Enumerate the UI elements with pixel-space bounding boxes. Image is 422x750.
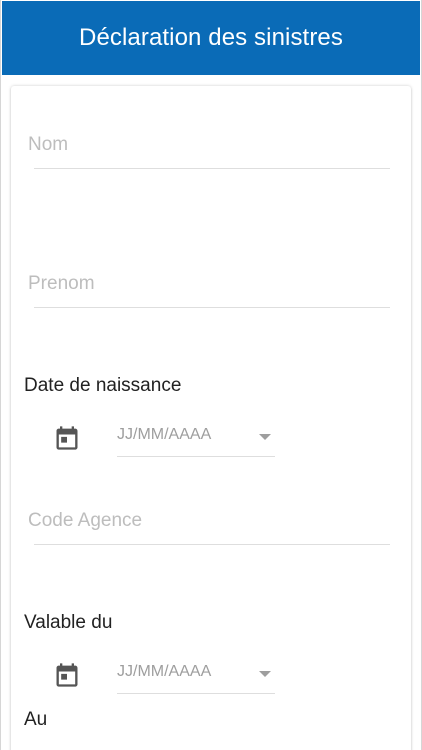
date-naissance-input[interactable] bbox=[117, 426, 247, 444]
form-card: Date de naissance Valable du bbox=[11, 86, 411, 750]
app-header: Déclaration des sinistres bbox=[2, 1, 420, 75]
valable-du-label: Valable du bbox=[24, 612, 113, 633]
date-naissance-picker[interactable] bbox=[117, 420, 275, 457]
page-title: Déclaration des sinistres bbox=[79, 24, 343, 51]
calendar-icon[interactable] bbox=[53, 661, 81, 689]
valable-du-input[interactable] bbox=[117, 663, 247, 681]
date-naissance-row bbox=[53, 420, 275, 460]
chevron-down-icon[interactable] bbox=[259, 671, 271, 677]
nom-field bbox=[28, 130, 390, 170]
calendar-icon[interactable] bbox=[53, 424, 81, 452]
date-naissance-underline bbox=[117, 456, 275, 457]
valable-du-row bbox=[53, 657, 275, 697]
nom-underline bbox=[34, 168, 390, 169]
date-naissance-label: Date de naissance bbox=[24, 375, 182, 396]
nom-input[interactable] bbox=[28, 130, 390, 160]
prenom-underline bbox=[34, 307, 390, 308]
valable-du-picker[interactable] bbox=[117, 657, 275, 694]
code-agence-input[interactable] bbox=[28, 506, 390, 536]
app-frame: Déclaration des sinistres Date de naissa… bbox=[0, 0, 422, 750]
code-agence-field bbox=[28, 506, 390, 546]
valable-du-underline bbox=[117, 693, 275, 694]
prenom-input[interactable] bbox=[28, 269, 390, 299]
prenom-field bbox=[28, 269, 390, 309]
chevron-down-icon[interactable] bbox=[259, 434, 271, 440]
au-label: Au bbox=[24, 709, 48, 730]
code-agence-underline bbox=[34, 544, 390, 545]
